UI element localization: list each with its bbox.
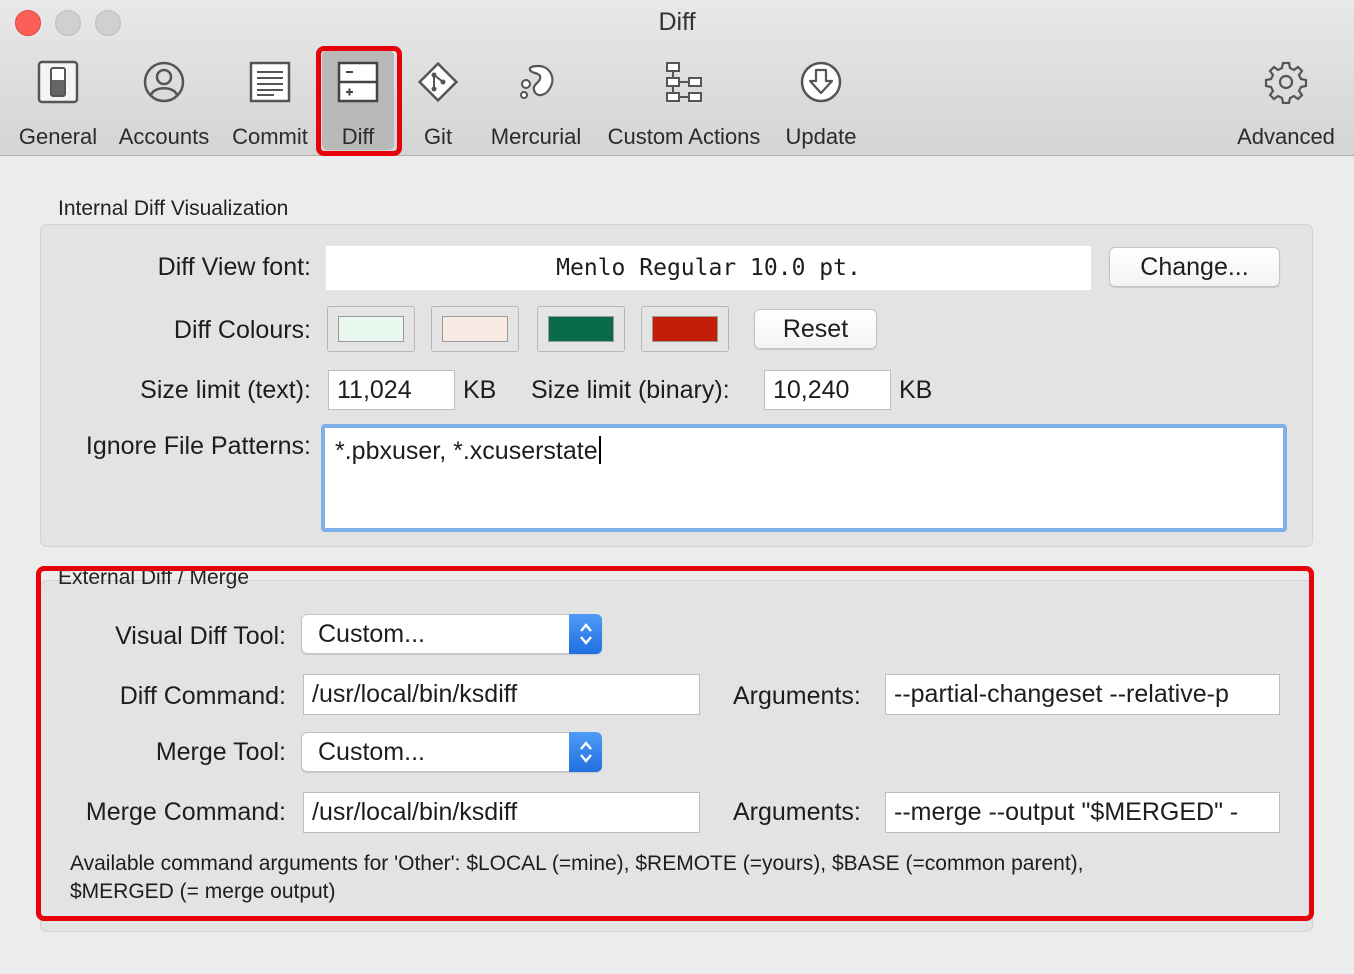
removed-text-colour-well[interactable]	[641, 306, 729, 352]
person-icon	[140, 58, 188, 106]
available-arguments-note-line1: Available command arguments for 'Other':…	[70, 852, 1084, 875]
merge-tool-label: Merge Tool:	[155, 738, 286, 766]
visual-diff-tool-value: Custom...	[318, 619, 425, 648]
diff-arguments-field[interactable]: --partial-changeset --relative-p	[885, 674, 1280, 715]
diff-view-font-field: Menlo Regular 10.0 pt.	[326, 246, 1091, 290]
ignore-file-patterns-label: Ignore File Patterns:	[85, 432, 311, 460]
colour-swatch	[442, 316, 508, 342]
mercurial-icon	[512, 58, 560, 106]
colour-swatch	[548, 316, 614, 342]
diff-command-label: Diff Command:	[119, 682, 286, 710]
merge-command-label: Merge Command:	[85, 798, 286, 826]
toolbar-custom-actions[interactable]: Custom Actions	[598, 50, 770, 150]
visual-diff-tool-popup[interactable]: Custom...	[301, 614, 602, 654]
reset-colours-button[interactable]: Reset	[754, 309, 877, 349]
toolbar-accounts[interactable]: Accounts	[112, 50, 216, 150]
removed-colour-well[interactable]	[431, 306, 519, 352]
window-title: Diff	[658, 8, 696, 36]
size-limit-text-label: Size limit (text):	[140, 376, 311, 404]
size-limit-binary-unit: KB	[899, 376, 933, 404]
diff-command-field[interactable]: /usr/local/bin/ksdiff	[303, 674, 700, 715]
merge-arguments-field[interactable]: --merge --output "$MERGED" -	[885, 792, 1280, 833]
toolbar-label: Update	[785, 124, 857, 149]
merge-arguments-label: Arguments:	[733, 798, 861, 826]
text-caret	[598, 436, 601, 464]
merge-command-field[interactable]: /usr/local/bin/ksdiff	[303, 792, 700, 833]
flow-icon	[660, 58, 708, 106]
chevron-updown-icon	[569, 732, 602, 772]
toolbar-label: Commit	[232, 124, 308, 149]
colour-swatch	[338, 316, 404, 342]
size-limit-binary-label: Size limit (binary):	[531, 376, 730, 404]
toolbar-general[interactable]: General	[10, 50, 106, 150]
diff-colours-label: Diff Colours:	[173, 316, 311, 344]
diff-arguments-label: Arguments:	[733, 682, 861, 710]
size-limit-binary-field[interactable]: 10,240	[764, 370, 891, 410]
toolbar-label: Accounts	[118, 124, 210, 149]
toolbar-update[interactable]: Update	[778, 50, 864, 150]
size-limit-text-field[interactable]: 11,024	[328, 370, 455, 410]
toolbar-mercurial[interactable]: Mercurial	[484, 50, 588, 150]
toolbar-label: Custom Actions	[607, 124, 761, 149]
gear-icon	[1262, 58, 1310, 106]
toolbar-git[interactable]: Git	[402, 50, 474, 150]
git-icon	[414, 58, 462, 106]
visual-diff-tool-label: Visual Diff Tool:	[115, 622, 286, 650]
window-toolbar: Diff General Accounts Commit Diff Git Me…	[0, 0, 1354, 156]
toolbar-label: General	[18, 124, 98, 149]
change-font-button[interactable]: Change...	[1109, 247, 1280, 287]
switch-icon	[34, 58, 82, 106]
toolbar-label: Git	[423, 124, 453, 149]
ignore-file-patterns-text: *.pbxuser, *.xcuserstate	[335, 437, 598, 465]
merge-tool-popup[interactable]: Custom...	[301, 732, 602, 772]
size-limit-text-unit: KB	[463, 376, 497, 404]
diff-icon	[334, 58, 382, 106]
document-icon	[246, 58, 294, 106]
download-icon	[797, 58, 845, 106]
internal-diff-group-title: Internal Diff Visualization	[58, 197, 289, 220]
toolbar-label: Diff	[341, 124, 375, 149]
colour-swatch	[652, 316, 718, 342]
diff-view-font-label: Diff View font:	[157, 253, 311, 281]
toolbar-diff[interactable]: Diff	[322, 50, 394, 150]
toolbar-label: Mercurial	[490, 124, 582, 149]
merge-tool-value: Custom...	[318, 737, 425, 766]
ignore-file-patterns-input[interactable]: *.pbxuser, *.xcuserstate	[321, 424, 1287, 532]
available-arguments-note-line2: $MERGED (= merge output)	[70, 880, 336, 903]
toolbar-label: Advanced	[1237, 124, 1335, 149]
toolbar-commit[interactable]: Commit	[224, 50, 316, 150]
chevron-updown-icon	[569, 614, 602, 654]
toolbar-advanced[interactable]: Advanced	[1228, 50, 1344, 150]
added-text-colour-well[interactable]	[537, 306, 625, 352]
external-diff-group-title: External Diff / Merge	[58, 566, 250, 589]
added-colour-well[interactable]	[327, 306, 415, 352]
